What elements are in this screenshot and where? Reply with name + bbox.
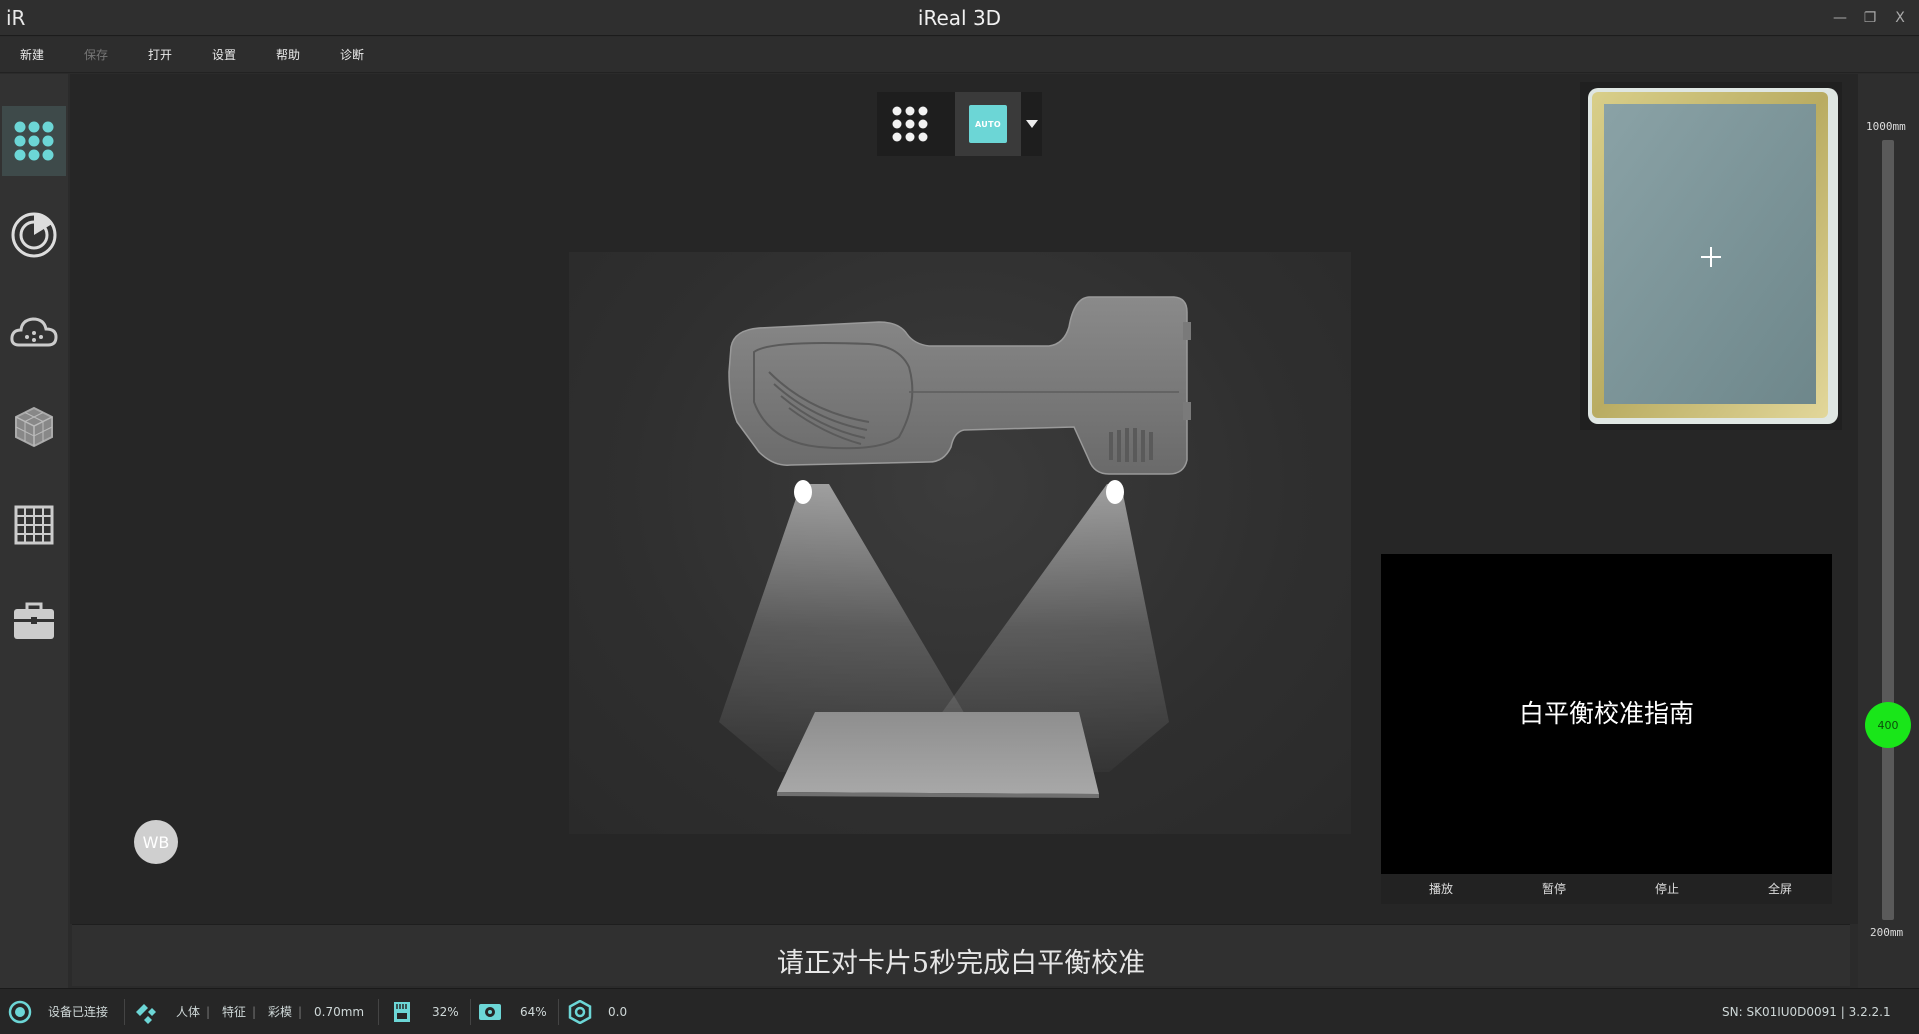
menu-help[interactable]: 帮助 xyxy=(276,37,300,73)
video-title: 白平衡校准指南 xyxy=(1518,699,1694,728)
video-stop-button[interactable]: 停止 xyxy=(1637,874,1697,904)
serial-number: SN: SK01IU0D0091 | 3.2.2.1 xyxy=(1722,1005,1891,1019)
menu-open[interactable]: 打开 xyxy=(148,37,172,73)
video-controls: 播放 暂停 停止 全屏 xyxy=(1381,874,1832,904)
status-bar: 设备已连接 人体 | 特征 | 彩模 | 0.70mm 32% 64% 0.0 … xyxy=(0,988,1919,1034)
left-sidebar xyxy=(0,74,68,988)
scan-toolbar: AUTO xyxy=(877,92,1042,156)
auto-exposure-button[interactable]: AUTO xyxy=(955,92,1021,156)
sidebar-item-mesh[interactable] xyxy=(2,392,66,462)
mode-color: 彩模 xyxy=(268,1005,293,1019)
menu-new[interactable]: 新建 xyxy=(20,37,44,73)
cloud-icon xyxy=(10,317,58,347)
window-title: iReal 3D xyxy=(917,6,1002,30)
title-bar: iR iReal 3D — ❐ X xyxy=(0,0,1919,36)
auto-badge: AUTO xyxy=(969,105,1007,143)
scanner-illustration xyxy=(719,296,1191,798)
dot-grid-icon xyxy=(14,121,54,161)
dot-grid-icon xyxy=(892,106,928,142)
camera-preview xyxy=(1580,82,1842,430)
toolbar-dropdown-button[interactable] xyxy=(1021,92,1042,156)
status-divider xyxy=(378,999,379,1025)
connection-status: 设备已连接 xyxy=(48,1005,109,1019)
video-play-button[interactable]: 播放 xyxy=(1411,874,1471,904)
scan-mode-icon xyxy=(136,1004,156,1024)
memory-card-icon xyxy=(394,1002,410,1022)
toolbox-icon xyxy=(14,602,54,639)
menu-settings[interactable]: 设置 xyxy=(212,37,236,73)
angle-value: 0.0 xyxy=(608,1005,628,1019)
hexagon-icon xyxy=(568,1000,592,1024)
menu-save[interactable]: 保存 xyxy=(84,37,108,73)
slider-min-label: 200mm xyxy=(1870,926,1904,939)
minimize-button[interactable]: — xyxy=(1830,8,1850,28)
mode-sep-2: | xyxy=(252,1005,257,1019)
status-divider xyxy=(470,999,471,1025)
mode-sep-1: | xyxy=(206,1005,211,1019)
video-fullscreen-button[interactable]: 全屏 xyxy=(1750,874,1810,904)
disk-percent: 64% xyxy=(520,1005,547,1019)
camera-feed-image xyxy=(1588,88,1838,424)
menu-bar: 新建 保存 打开 设置 帮助 诊断 xyxy=(0,37,1919,73)
marker-mode-button[interactable] xyxy=(877,92,943,156)
mode-body: 人体 xyxy=(176,1005,201,1019)
distance-slider-track[interactable] xyxy=(1882,140,1894,920)
sidebar-item-scan-mode[interactable] xyxy=(2,106,66,176)
resolution-value: 0.70mm xyxy=(314,1005,365,1019)
sidebar-item-texture[interactable] xyxy=(2,490,66,560)
target-icon xyxy=(11,212,57,258)
sidebar-item-tools[interactable] xyxy=(2,586,66,656)
status-divider xyxy=(124,999,125,1025)
connection-icon xyxy=(8,1000,32,1024)
video-guide-panel[interactable]: 白平衡校准指南 xyxy=(1381,554,1832,874)
mode-feature: 特征 xyxy=(222,1005,247,1019)
memory-percent: 32% xyxy=(432,1005,459,1019)
slider-max-label: 1000mm xyxy=(1866,120,1906,133)
video-pause-button[interactable]: 暂停 xyxy=(1524,874,1584,904)
hint-bar: 请正对卡片5秒完成白平衡校准 xyxy=(72,924,1850,986)
restore-button[interactable]: ❐ xyxy=(1860,8,1880,28)
grid-icon xyxy=(14,505,54,545)
hint-text: 请正对卡片5秒完成白平衡校准 xyxy=(776,948,1146,979)
sidebar-item-point-cloud[interactable] xyxy=(2,296,66,366)
white-balance-button[interactable]: WB xyxy=(134,820,178,864)
disk-icon xyxy=(479,1004,501,1020)
sidebar-item-alignment[interactable] xyxy=(2,200,66,270)
chevron-down-icon xyxy=(1025,120,1038,128)
menu-diagnose[interactable]: 诊断 xyxy=(340,37,364,73)
app-window: iR iReal 3D — ❐ X 新建 保存 打开 设置 帮助 诊断 AUTO… xyxy=(0,0,1919,1034)
mesh-cube-icon xyxy=(15,406,53,448)
close-button[interactable]: X xyxy=(1890,8,1910,28)
status-divider xyxy=(558,999,559,1025)
mode-sep-3: | xyxy=(298,1005,303,1019)
distance-slider-knob[interactable]: 400 xyxy=(1865,702,1911,748)
calibration-illustration xyxy=(569,252,1351,834)
